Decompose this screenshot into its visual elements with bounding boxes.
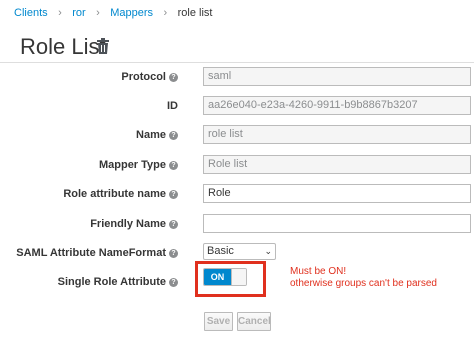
breadcrumb-current: role list bbox=[177, 7, 213, 19]
help-icon[interactable]: ? bbox=[169, 189, 178, 199]
help-icon[interactable]: ? bbox=[169, 248, 178, 258]
friendly-name-input[interactable] bbox=[203, 214, 471, 233]
mapper-type-field: Role list bbox=[203, 155, 471, 174]
breadcrumb-separator: › bbox=[58, 7, 62, 19]
cancel-button[interactable]: Cancel bbox=[237, 312, 271, 331]
saml-nameformat-label: SAML Attribute NameFormat? bbox=[16, 247, 178, 259]
help-icon[interactable]: ? bbox=[169, 219, 178, 229]
single-role-attribute-label: Single Role Attribute? bbox=[58, 276, 178, 288]
role-attribute-name-input[interactable]: Role bbox=[203, 184, 471, 203]
breadcrumb: Clients › ror › Mappers › role list bbox=[14, 3, 212, 21]
page-title-text: Role List bbox=[20, 34, 106, 59]
breadcrumb-ror[interactable]: ror bbox=[72, 7, 85, 19]
breadcrumb-mappers[interactable]: Mappers bbox=[110, 7, 153, 19]
page-title: Role List bbox=[20, 34, 106, 60]
save-button[interactable]: Save bbox=[204, 312, 233, 331]
chevron-down-icon: ⌄ bbox=[264, 246, 272, 256]
saml-nameformat-selected: Basic bbox=[207, 245, 234, 257]
breadcrumb-separator: › bbox=[163, 7, 168, 19]
help-icon[interactable]: ? bbox=[169, 72, 178, 82]
mapper-type-label: Mapper Type? bbox=[99, 159, 178, 171]
name-field: role list bbox=[203, 125, 471, 144]
name-label: Name? bbox=[136, 129, 178, 141]
saml-nameformat-select[interactable]: Basic ⌄ bbox=[203, 243, 276, 260]
protocol-field: saml bbox=[203, 67, 471, 86]
role-attribute-name-label: Role attribute name? bbox=[63, 188, 178, 200]
id-label: ID bbox=[167, 100, 178, 112]
id-field: aa26e040-e23a-4260-9911-b9b8867b3207 bbox=[203, 96, 471, 115]
help-icon[interactable]: ? bbox=[169, 277, 178, 287]
protocol-label: Protocol? bbox=[121, 71, 178, 83]
highlight-box bbox=[195, 261, 266, 297]
help-icon[interactable]: ? bbox=[169, 130, 178, 140]
breadcrumb-clients[interactable]: Clients bbox=[14, 7, 48, 19]
trash-icon[interactable] bbox=[96, 38, 110, 54]
annotation-line-2: otherwise groups can't be parsed bbox=[290, 278, 437, 289]
title-divider bbox=[0, 62, 474, 63]
breadcrumb-separator: › bbox=[96, 7, 100, 19]
help-icon[interactable]: ? bbox=[169, 160, 178, 170]
friendly-name-label: Friendly Name? bbox=[90, 218, 178, 230]
annotation-line-1: Must be ON! bbox=[290, 266, 347, 277]
